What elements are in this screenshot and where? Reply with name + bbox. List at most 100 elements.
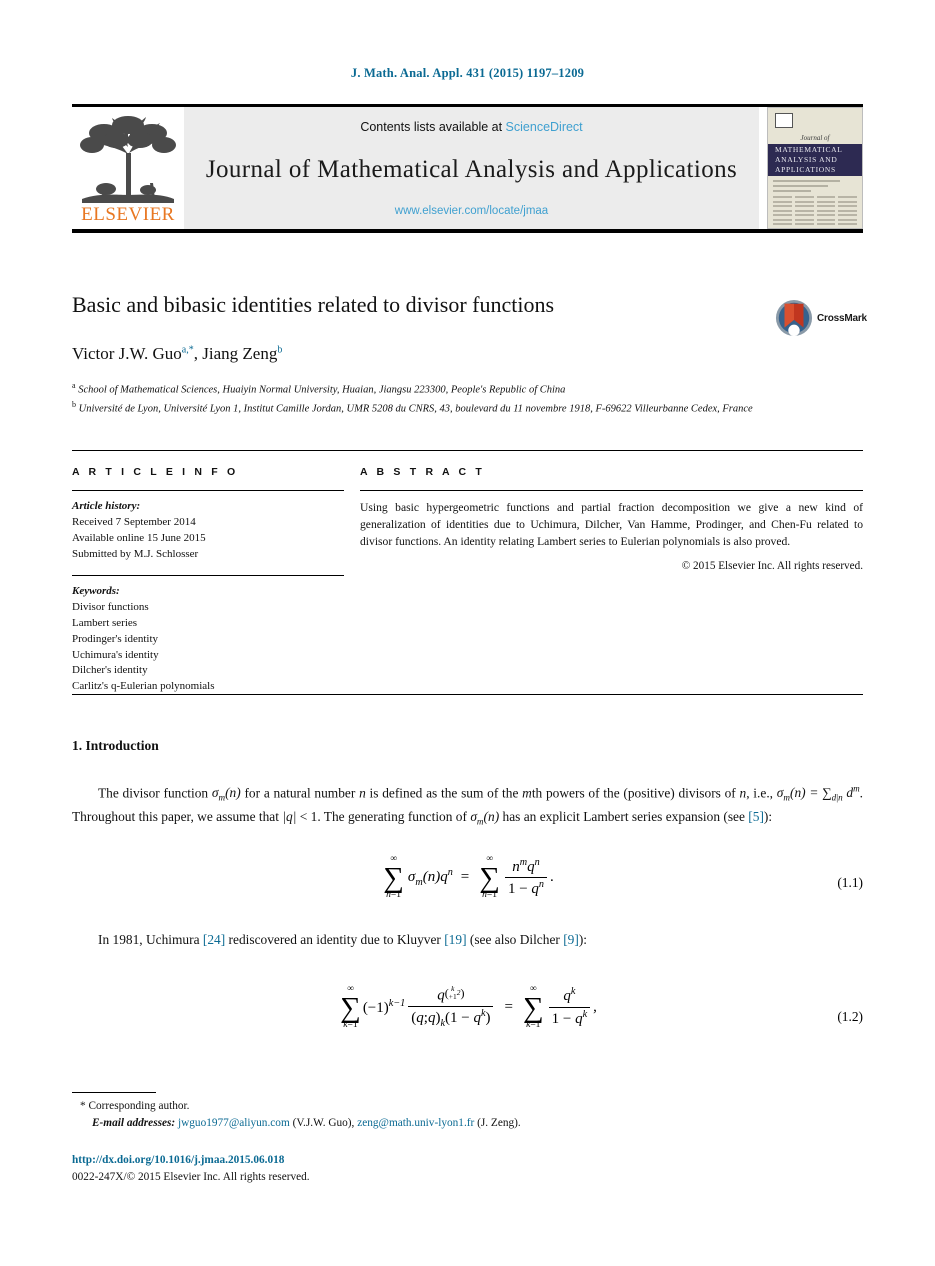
fraction-qk: qk 1 − qk bbox=[548, 986, 591, 1028]
fraction-nm-qn: nmqn 1 − qn bbox=[504, 857, 547, 899]
p1-part2: for a natural number bbox=[240, 785, 360, 801]
affiliations: a School of Mathematical Sciences, Huaiy… bbox=[72, 380, 762, 417]
cover-title-line3: APPLICATIONS bbox=[775, 165, 836, 175]
keyword-2: Prodinger's identity bbox=[72, 632, 159, 645]
section-heading-introduction: 1. Introduction bbox=[72, 738, 159, 753]
article-info-heading: A R T I C L E I N F O bbox=[72, 466, 239, 478]
email-owner-guo: (V.J.W. Guo), bbox=[292, 1116, 355, 1129]
p2-part4: ): bbox=[578, 932, 588, 948]
page-title: Basic and bibasic identities related to … bbox=[72, 292, 555, 317]
authors-text: Victor J.W. Guoa,*, Jiang Zengb bbox=[72, 344, 283, 364]
intro-paragraph-2: In 1981, Uchimura [24] rediscovered an i… bbox=[72, 929, 863, 951]
crossmark-icon bbox=[775, 299, 813, 337]
equation-1-1-wrapper: ∞ ∑ n=1 σm(n)qn = ∞ ∑ n=1 nmqn 1 − qn . (1.1… bbox=[72, 855, 863, 911]
contents-prefix: Contents lists available at bbox=[360, 120, 506, 134]
p1-part7: < 1. The generating function of bbox=[296, 808, 471, 824]
p1-part5: , i.e., bbox=[746, 785, 777, 801]
keyword-5: Carlitz's q-Eulerian polynomials bbox=[72, 680, 215, 693]
math-sigma-m-n-2: σm(n) bbox=[470, 808, 500, 827]
sum-operator-left: ∞ ∑ n=1 bbox=[383, 854, 404, 900]
contents-available-line: Contents lists available at ScienceDirec… bbox=[360, 120, 582, 134]
citation-9[interactable]: [9] bbox=[563, 932, 579, 947]
info-abstract-columns: A R T I C L E I N F O Article history: R… bbox=[72, 466, 863, 695]
affiliation-b: b Université de Lyon, Université Lyon 1,… bbox=[72, 399, 753, 415]
keywords-label: Keywords: bbox=[72, 584, 120, 597]
p2-part1: In 1981, Uchimura bbox=[98, 932, 203, 948]
sum-operator-k-left: ∞ ∑ k=1 bbox=[340, 984, 361, 1030]
p1-part4: th powers of the (positive) divisors of bbox=[531, 785, 740, 801]
article-body: 1. Introduction The divisor function σm(… bbox=[72, 738, 863, 1067]
cover-contents-area bbox=[768, 176, 862, 228]
equation-1-2-wrapper: ∞ ∑ k=1 (−1)k−1 q(k +1 2) (q;q)k(1 − qk) = ∞… bbox=[72, 985, 863, 1049]
citation-24[interactable]: [24] bbox=[203, 932, 225, 947]
abstract-copyright: © 2015 Elsevier Inc. All rights reserved… bbox=[681, 560, 863, 573]
math-abs-q: |q| bbox=[282, 808, 297, 824]
article-history: Article history: Received 7 September 20… bbox=[72, 499, 344, 563]
email-link-zeng[interactable]: zeng@math.univ-lyon1.fr bbox=[357, 1117, 474, 1129]
p1-part1: The divisor function bbox=[98, 785, 212, 801]
article-history-label: Article history: bbox=[72, 500, 141, 512]
info-top-rule bbox=[72, 450, 863, 451]
journal-masthead: ELSEVIER Contents lists available at Sci… bbox=[72, 104, 863, 233]
keywords-rule bbox=[72, 574, 344, 576]
affiliation-b-text: Université de Lyon, Université Lyon 1, I… bbox=[78, 403, 753, 415]
journal-title: Journal of Mathematical Analysis and App… bbox=[205, 155, 738, 183]
crossmark-badge[interactable]: CrossMark bbox=[775, 296, 867, 340]
p1-part8: has an explicit Lambert series expansion… bbox=[499, 808, 749, 824]
cover-title-line2: ANALYSIS AND bbox=[775, 155, 838, 165]
crossmark-label: CrossMark bbox=[817, 312, 867, 324]
equation-1-2: ∞ ∑ k=1 (−1)k−1 q(k +1 2) (q;q)k(1 − qk) = ∞… bbox=[340, 984, 597, 1030]
abstract-heading: A B S T R A C T bbox=[360, 466, 485, 478]
footnote-block: * Corresponding author. E-mail addresses… bbox=[72, 1098, 863, 1132]
history-item-2: Submitted by M.J. Schlosser bbox=[72, 547, 199, 560]
keyword-4: Dilcher's identity bbox=[72, 664, 148, 677]
article-info-rule bbox=[72, 490, 344, 491]
p1-part3: is defined as the sum of the bbox=[365, 785, 523, 801]
email-label: E-mail addresses: bbox=[92, 1116, 176, 1129]
issn-copyright: 0022-247X/© 2015 Elsevier Inc. All right… bbox=[72, 1170, 310, 1183]
history-item-0: Received 7 September 2014 bbox=[72, 515, 196, 528]
citation-5[interactable]: [5] bbox=[748, 809, 764, 824]
math-n: n bbox=[359, 785, 366, 801]
email-owner-zeng: (J. Zeng). bbox=[477, 1116, 521, 1129]
email-link-guo[interactable]: jwguo1977@aliyun.com bbox=[178, 1117, 290, 1129]
abstract-rule bbox=[360, 490, 863, 491]
sum-operator-right: ∞ ∑ n=1 bbox=[479, 854, 500, 900]
sum-operator-k-right: ∞ ∑ k=1 bbox=[522, 984, 544, 1030]
paper-page: J. Math. Anal. Appl. 431 (2015) 1197–120… bbox=[0, 0, 935, 1266]
history-item-1: Available online 15 June 2015 bbox=[72, 531, 206, 544]
masthead-bottom-rule bbox=[72, 229, 863, 233]
doi-link[interactable]: http://dx.doi.org/10.1016/j.jmaa.2015.06… bbox=[72, 1152, 863, 1169]
abstract-column: A B S T R A C T Using basic hypergeometr… bbox=[360, 466, 863, 695]
elsevier-logo: ELSEVIER bbox=[72, 107, 184, 229]
fraction-q-binom: q(k +1 2) (q;q)k(1 − qk) bbox=[408, 985, 494, 1030]
masthead-center: Contents lists available at ScienceDirec… bbox=[184, 107, 759, 229]
author-list: Victor J.W. Guoa,*, Jiang Zengb bbox=[72, 344, 772, 364]
p1-part9: ): bbox=[763, 808, 773, 824]
info-bottom-rule bbox=[72, 694, 863, 695]
issn-block: http://dx.doi.org/10.1016/j.jmaa.2015.06… bbox=[72, 1152, 863, 1186]
article-title-block: Basic and bibasic identities related to … bbox=[72, 292, 772, 417]
article-info-column: A R T I C L E I N F O Article history: R… bbox=[72, 466, 344, 695]
equation-1-1: ∞ ∑ n=1 σm(n)qn = ∞ ∑ n=1 nmqn 1 − qn . bbox=[383, 854, 554, 900]
sciencedirect-link[interactable]: ScienceDirect bbox=[506, 120, 583, 134]
abstract-text: Using basic hypergeometric functions and… bbox=[360, 501, 863, 549]
equation-1-1-number: (1.1) bbox=[837, 875, 863, 891]
citation-19[interactable]: [19] bbox=[444, 932, 466, 947]
cover-journal-of: Journal of bbox=[800, 134, 830, 142]
p2-part2: rediscovered an identity due to Kluyver bbox=[225, 932, 445, 948]
email-addresses-note: E-mail addresses: jwguo1977@aliyun.com (… bbox=[72, 1115, 863, 1132]
journal-homepage-link[interactable]: www.elsevier.com/locate/jmaa bbox=[395, 205, 548, 217]
math-m: m bbox=[522, 785, 532, 801]
keyword-1: Lambert series bbox=[72, 616, 138, 629]
cover-title-line1: MATHEMATICAL bbox=[775, 145, 843, 154]
cover-title-band: MATHEMATICAL ANALYSIS AND APPLICATIONS bbox=[768, 144, 862, 177]
footnote-rule bbox=[72, 1092, 156, 1093]
intro-paragraph-1: The divisor function σm(n) for a natural… bbox=[72, 782, 863, 829]
cover-publisher-mark-icon bbox=[775, 113, 793, 128]
math-sigma-sum-def: σm(n) = ∑d|n dm bbox=[776, 784, 860, 804]
keyword-3: Uchimura's identity bbox=[72, 648, 159, 661]
equation-1-2-number: (1.2) bbox=[837, 1009, 863, 1025]
journal-cover-thumbnail[interactable]: Journal of MATHEMATICAL ANALYSIS AND APP… bbox=[767, 107, 863, 229]
keywords-block: Keywords: Divisor functions Lambert seri… bbox=[72, 584, 344, 696]
